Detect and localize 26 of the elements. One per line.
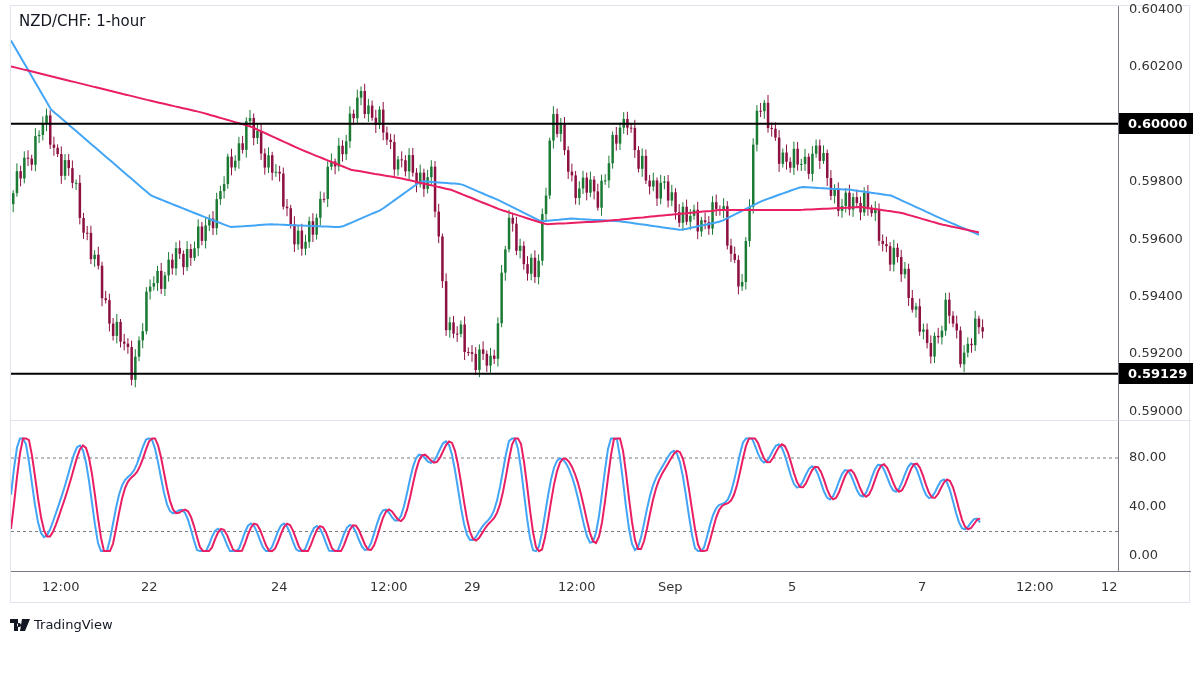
time-tick-label: 12 [1101,579,1118,594]
time-tick-label: Sep [658,579,683,594]
time-tick-label: 22 [141,579,158,594]
time-tick-label: 29 [464,579,481,594]
brand-name: TradingView [34,617,113,632]
time-tick-label: 7 [918,579,927,594]
oscillator-tick-label: 40.00 [1129,498,1167,513]
time-tick-label: 12:00 [1016,579,1054,594]
oscillator-tick-label: 80.00 [1129,449,1167,464]
price-tick-label: 0.59600 [1129,230,1183,246]
time-tick-label: 12:00 [42,579,80,594]
price-tick-label: 0.59000 [1129,402,1183,418]
price-tick-label: 0.59400 [1129,288,1183,303]
price-tick-label: 0.60400 [1129,1,1183,16]
time-tick-label: 12:00 [370,579,408,594]
price-level-label: 0.59129 [1119,362,1194,384]
oscillator-tick-label: 0.00 [1129,547,1158,562]
time-tick-label: 12:00 [558,579,596,594]
logo-icon [10,618,30,631]
price-tick-label: 0.59200 [1129,345,1183,361]
price-tick-label: 0.59800 [1129,173,1183,189]
time-tick-label: 5 [788,579,797,594]
price-tick-label: 0.60200 [1129,58,1183,74]
price-level-label: 0.60000 [1119,112,1194,134]
time-tick-label: 24 [271,579,288,594]
chart-title: NZD/CHF: 1-hour [19,12,146,30]
